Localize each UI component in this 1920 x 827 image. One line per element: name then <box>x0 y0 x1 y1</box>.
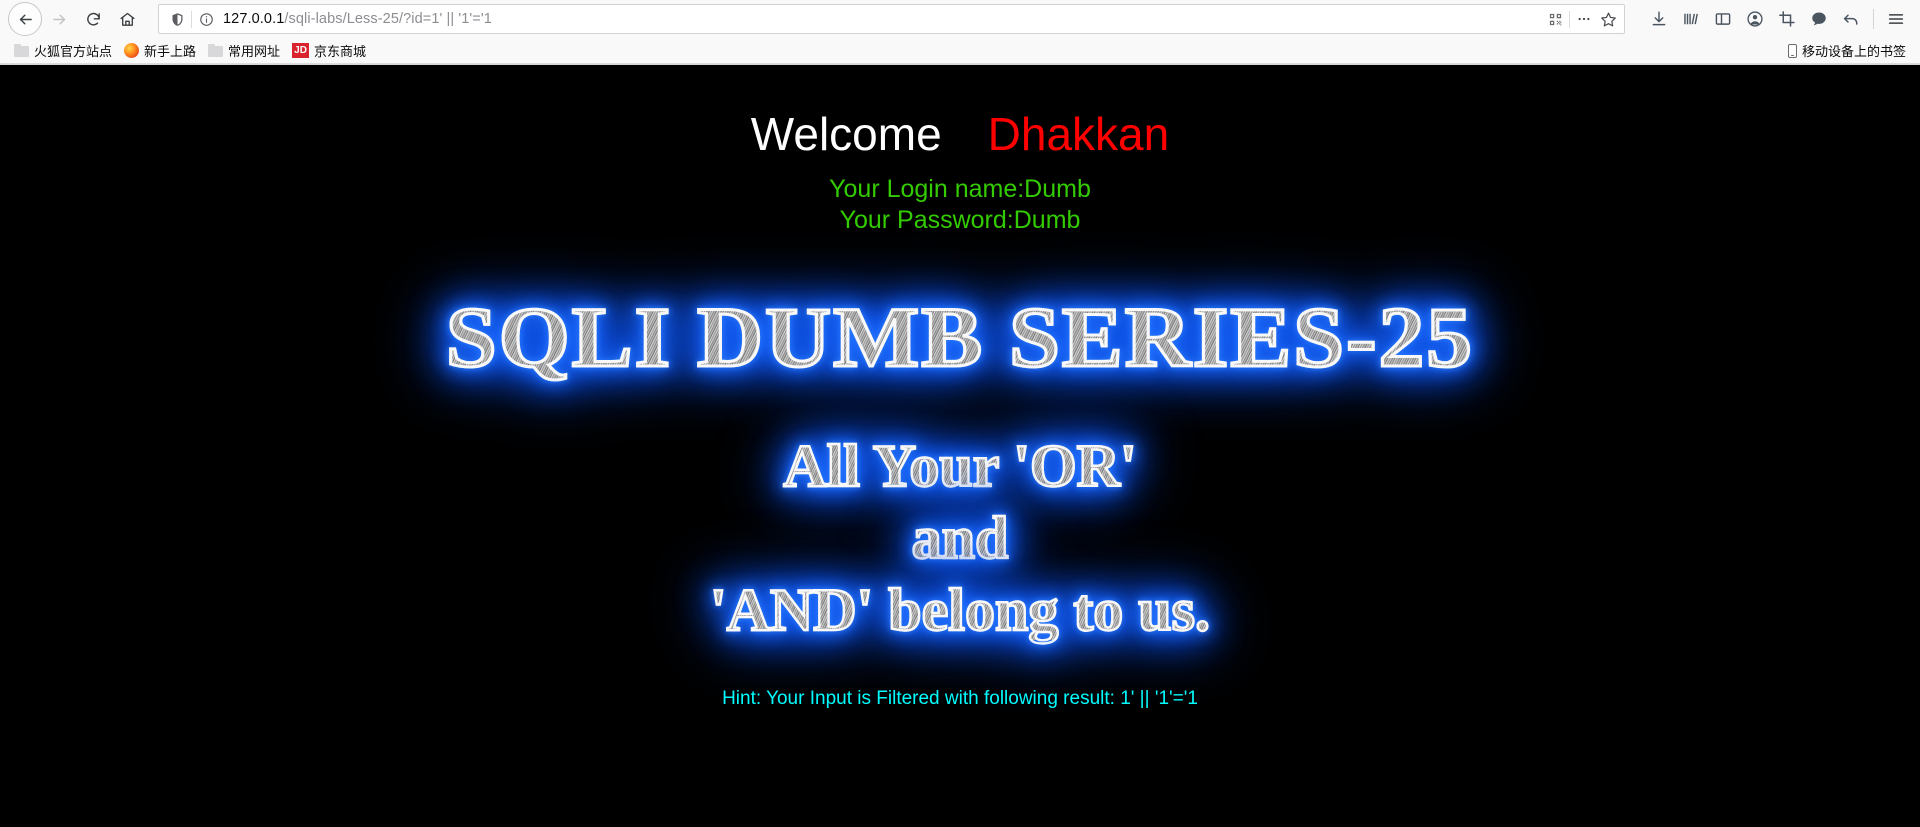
slogan-text-3: 'AND' belong to us. <box>709 577 1211 643</box>
navigation-toolbar: 127.0.0.1/sqli-labs/Less-25/?id=1' || '1… <box>0 0 1920 38</box>
menu-icon[interactable] <box>1880 2 1912 36</box>
downloads-glyph <box>1652 11 1666 26</box>
slogan-line-3: 'AND' belong to us. <box>0 577 1920 643</box>
bookmark-item-firefox-official[interactable]: 火狐官方站点 <box>8 40 118 62</box>
account-icon[interactable] <box>1739 2 1771 36</box>
url-path: /sqli-labs/Less-25/?id=1' || '1'='1 <box>284 11 492 27</box>
mobile-phone-icon <box>1787 43 1797 58</box>
library-icon[interactable] <box>1675 2 1707 36</box>
welcome-text: Welcome <box>750 108 942 160</box>
info-circle-icon[interactable] <box>194 7 218 31</box>
firefox-icon <box>124 43 140 58</box>
toolbar-right-group <box>1631 2 1912 36</box>
page-content: Welcome Dhakkan Your Login name:Dumb Your… <box>0 65 1920 827</box>
qr-code-icon[interactable] <box>1543 7 1567 31</box>
shield-icon[interactable] <box>165 7 189 31</box>
bookmark-label: 常用网址 <box>228 44 281 59</box>
slogan-text-2: and <box>910 505 1009 571</box>
back-button[interactable] <box>8 2 42 36</box>
star-glyph <box>1600 12 1616 26</box>
bookmark-item-getting-started[interactable]: 新手上路 <box>118 40 202 62</box>
bookmark-label: 移动设备上的书签 <box>1801 44 1906 59</box>
pocket-icon[interactable] <box>1803 2 1835 36</box>
slogan-line-2: and <box>0 505 1920 571</box>
back-arrow-icon <box>19 14 32 24</box>
pocket-glyph <box>1812 12 1826 26</box>
urlbar-right-icons <box>1543 7 1620 31</box>
slogan-text-1: All Your 'OR' <box>782 433 1138 499</box>
bookmark-item-mobile-bookmarks[interactable]: 移动设备上的书签 <box>1782 40 1912 62</box>
forward-arrow-icon <box>52 14 65 24</box>
jd-icon: JD <box>292 43 310 58</box>
undo-glyph <box>1843 14 1858 25</box>
bookmarks-toolbar: 火狐官方站点 新手上路 常用网址 JD 京东商城 移动设备上的书签 <box>0 38 1920 64</box>
bookmark-item-common-sites[interactable]: 常用网址 <box>202 40 286 62</box>
url-bar[interactable]: 127.0.0.1/sqli-labs/Less-25/?id=1' || '1… <box>158 4 1625 34</box>
hint-text: Hint: Your Input is Filtered with follow… <box>722 688 1198 709</box>
welcome-heading: Welcome Dhakkan <box>0 65 1920 157</box>
password-line: Your Password:Dumb <box>839 206 1081 234</box>
url-host: 127.0.0.1 <box>223 11 285 27</box>
urlbar-divider-2 <box>1569 10 1570 28</box>
bookmark-label: 京东商城 <box>314 44 367 59</box>
urlbar-left-icons <box>165 7 218 31</box>
page-title: SQLI DUMB SERIES-25 <box>0 289 1920 385</box>
sidebar-icon[interactable] <box>1707 2 1739 36</box>
sidebar-glyph <box>1715 13 1731 25</box>
page-title-text: SQLI DUMB SERIES-25 <box>444 289 1475 385</box>
info-glyph <box>199 12 213 26</box>
browser-chrome: 127.0.0.1/sqli-labs/Less-25/?id=1' || '1… <box>0 0 1920 65</box>
toolbar-divider <box>1873 9 1874 29</box>
hamburger-glyph <box>1888 14 1904 24</box>
screenshot-glyph <box>1779 11 1795 27</box>
reload-button[interactable] <box>76 2 110 36</box>
qr-glyph <box>1549 13 1561 25</box>
library-glyph <box>1684 13 1698 25</box>
star-icon[interactable] <box>1596 7 1620 31</box>
account-glyph <box>1747 11 1763 27</box>
screenshot-icon[interactable] <box>1771 2 1803 36</box>
ellipsis-icon[interactable] <box>1572 7 1596 31</box>
ellipsis-glyph <box>1578 17 1590 21</box>
login-name-line: Your Login name:Dumb <box>829 175 1091 203</box>
shield-glyph <box>172 12 182 26</box>
user-name-text: Dhakkan <box>987 108 1170 160</box>
bookmark-label: 火狐官方站点 <box>34 44 113 59</box>
bookmark-label: 新手上路 <box>144 44 197 59</box>
forward-button[interactable] <box>42 2 76 36</box>
home-icon <box>119 12 135 26</box>
downloads-icon[interactable] <box>1643 2 1675 36</box>
bookmark-item-jd[interactable]: JD 京东商城 <box>286 40 372 62</box>
folder-icon <box>14 44 29 57</box>
urlbar-divider <box>191 10 192 28</box>
slogan-line-1: All Your 'OR' <box>0 433 1920 499</box>
home-button[interactable] <box>110 2 144 36</box>
reload-icon <box>86 12 100 26</box>
folder-icon <box>208 44 224 57</box>
url-text[interactable]: 127.0.0.1/sqli-labs/Less-25/?id=1' || '1… <box>218 11 1543 27</box>
undo-icon[interactable] <box>1835 2 1867 36</box>
